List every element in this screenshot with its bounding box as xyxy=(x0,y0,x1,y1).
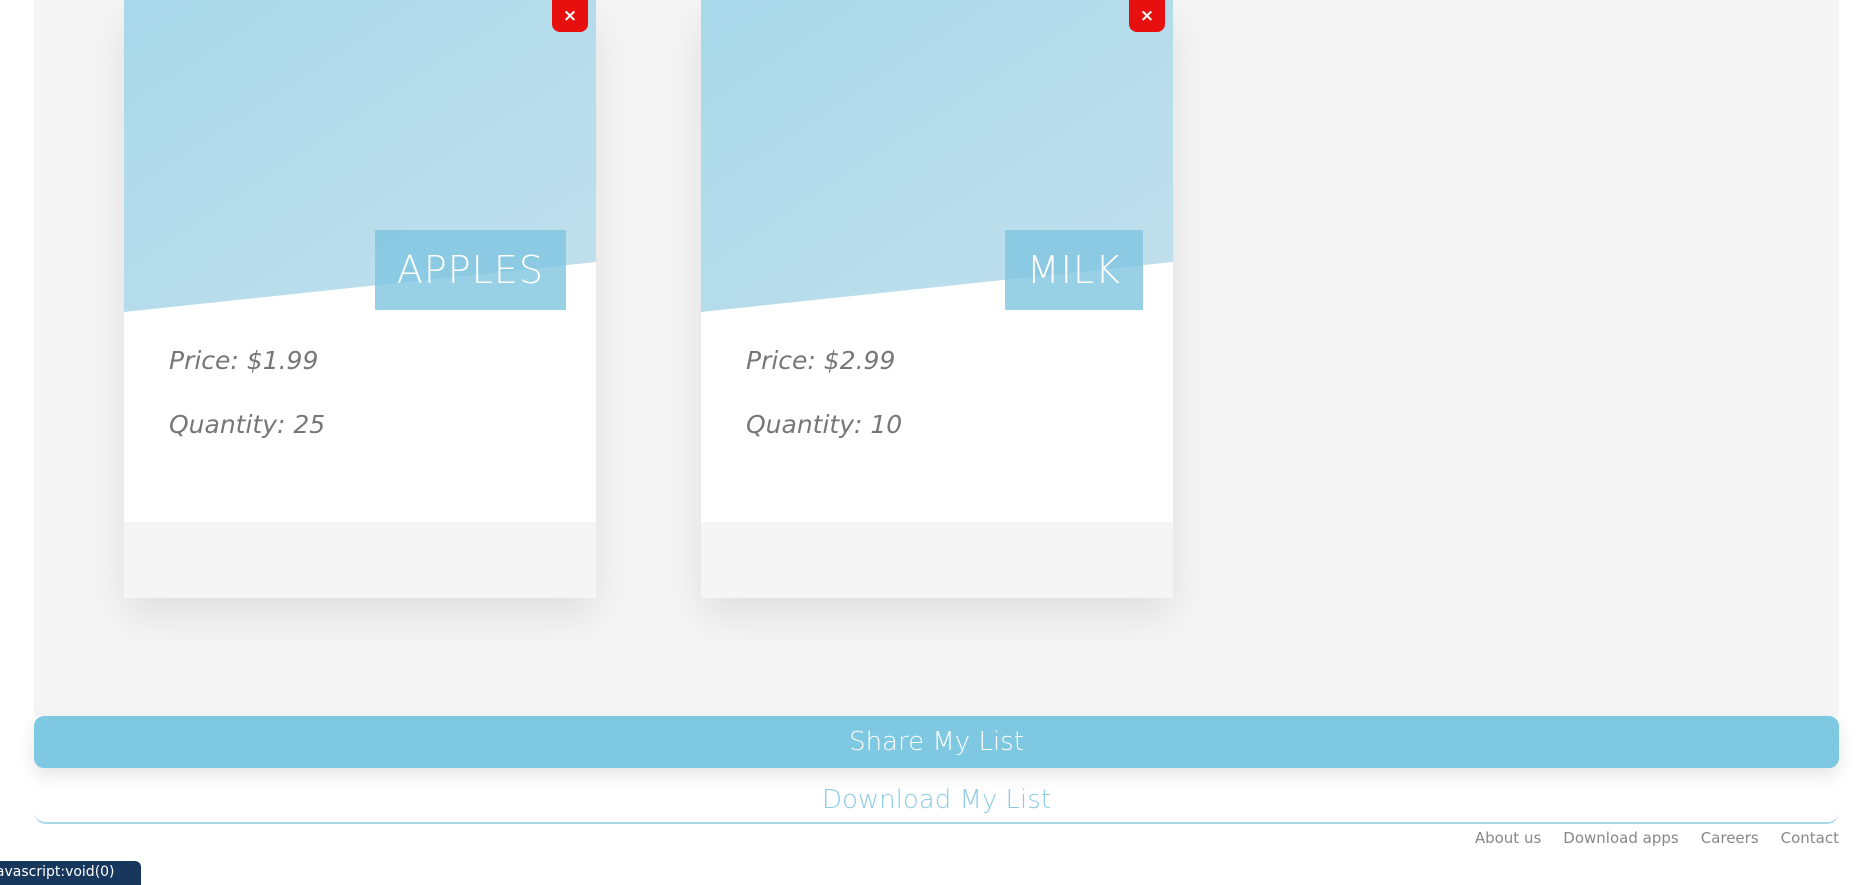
footer-link-contact[interactable]: Contact xyxy=(1781,829,1839,847)
delete-item-button[interactable]: × xyxy=(552,0,588,32)
shopping-list-panel: APPLES Price: $1.99 Quantity: 25 × MILK … xyxy=(34,0,1839,716)
item-quantity: Quantity: 10 xyxy=(746,410,903,439)
footer-link-download-apps[interactable]: Download apps xyxy=(1563,829,1678,847)
item-card-body: APPLES Price: $1.99 Quantity: 25 xyxy=(124,0,596,522)
download-list-button[interactable]: Download My List xyxy=(34,778,1839,824)
footer-links: About us Download apps Careers Contact xyxy=(1475,829,1839,847)
share-list-button[interactable]: Share My List xyxy=(34,716,1839,768)
item-price: Price: $1.99 xyxy=(169,346,319,375)
delete-item-button[interactable]: × xyxy=(1129,0,1165,32)
footer-link-about-us[interactable]: About us xyxy=(1475,829,1541,847)
item-title: APPLES xyxy=(374,230,566,310)
item-price: Price: $2.99 xyxy=(746,346,896,375)
link-preview-tooltip: javascript:void(0) xyxy=(0,861,141,885)
item-card: MILK Price: $2.99 Quantity: 10 × xyxy=(701,0,1173,598)
close-icon: × xyxy=(1139,6,1155,26)
item-quantity: Quantity: 25 xyxy=(169,410,326,439)
footer-link-careers[interactable]: Careers xyxy=(1701,829,1759,847)
item-title: MILK xyxy=(1004,230,1143,310)
item-card-body: MILK Price: $2.99 Quantity: 10 xyxy=(701,0,1173,522)
close-icon: × xyxy=(562,6,578,26)
item-card: APPLES Price: $1.99 Quantity: 25 × xyxy=(124,0,596,598)
